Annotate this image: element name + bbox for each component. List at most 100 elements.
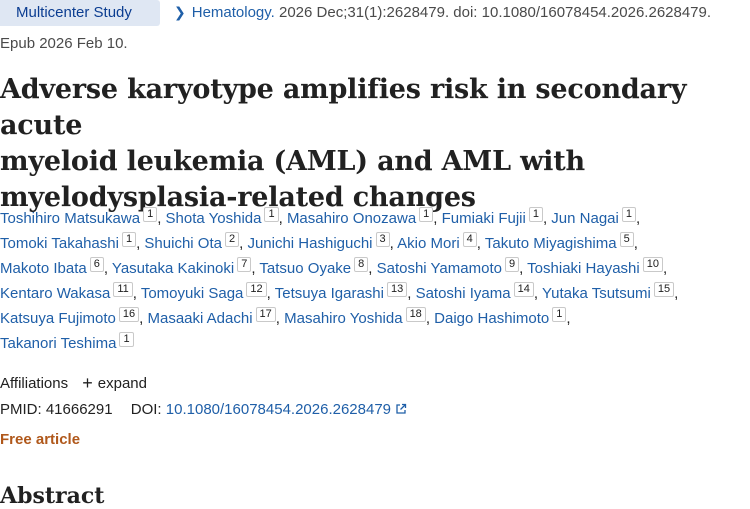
author-item: Yutaka Tsutsumi 15,	[541, 282, 679, 302]
publication-type-badge: Multicenter Study	[0, 0, 160, 26]
author-name-link[interactable]: Makoto Ibata	[0, 260, 87, 277]
affiliation-number-button[interactable]: 1	[143, 207, 158, 222]
affiliation-number-button[interactable]: 1	[552, 307, 567, 322]
author-item: Katsuya Fujimoto 16,	[0, 307, 148, 327]
author-name-link[interactable]: Masahiro Yoshida	[284, 310, 402, 327]
author-name-link[interactable]: Masahiro Onozawa	[287, 210, 416, 227]
article-title: Adverse karyotype amplifies risk in seco…	[0, 72, 748, 216]
journal-link[interactable]: Hematology.	[192, 4, 275, 21]
author-item: Takuto Miyagishima 5,	[484, 232, 638, 252]
epub-date: Epub 2026 Feb 10.	[0, 35, 128, 52]
affiliations-row: Affiliations + expand	[0, 373, 147, 394]
author-name-link[interactable]: Shuichi Ota	[144, 235, 222, 252]
author-name-link[interactable]: Jun Nagai	[551, 210, 619, 227]
citation-text: 2026 Dec;31(1):2628479. doi: 10.1080/160…	[274, 4, 712, 21]
author-name-link[interactable]: Tomoki Takahashi	[0, 235, 119, 252]
pmid-label: PMID:	[0, 401, 42, 418]
doi-link[interactable]: 10.1080/16078454.2026.2628479	[166, 401, 407, 418]
identifiers: PMID: 41666291 DOI: 10.1080/16078454.202…	[0, 401, 407, 418]
citation-line: ❯ Hematology. 2026 Dec;31(1):2628479. doi…	[174, 4, 711, 21]
author-name-link[interactable]: Yutaka Tsutsumi	[542, 285, 651, 302]
doi-label: DOI:	[130, 401, 162, 418]
free-article-label: Free article	[0, 431, 81, 448]
author-item: Toshihiro Matsukawa 1,	[0, 207, 166, 227]
author-item: Masahiro Onozawa 1,	[286, 207, 442, 227]
author-name-link[interactable]: Tetsuya Igarashi	[275, 285, 384, 302]
affiliation-number-button[interactable]: 3	[375, 232, 390, 247]
pmid-value: 41666291	[45, 401, 113, 418]
author-item: Tetsuya Igarashi 13,	[274, 282, 416, 302]
affiliation-number-button[interactable]: 1	[121, 232, 137, 247]
affiliation-number-button[interactable]: 4	[462, 232, 477, 247]
affiliation-number-button[interactable]: 18	[405, 307, 426, 322]
chevron-right-icon: ❯	[174, 4, 186, 20]
affiliation-number-button[interactable]: 11	[113, 282, 133, 297]
author-item: Tomoki Takahashi 1,	[0, 232, 145, 252]
plus-icon: +	[82, 373, 93, 393]
author-item: Shota Yoshida 1,	[165, 207, 287, 227]
title-line-2: myeloid leukemia (AML) and AML with	[0, 146, 585, 177]
author-item: Toshiaki Hayashi 10,	[527, 257, 668, 277]
author-name-link[interactable]: Shota Yoshida	[166, 210, 262, 227]
affiliation-number-button[interactable]: 15	[653, 282, 675, 297]
author-name-link[interactable]: Kentaro Wakasa	[0, 285, 110, 302]
affiliation-number-button[interactable]: 5	[619, 232, 634, 247]
affiliation-number-button[interactable]: 1	[621, 207, 636, 222]
affiliation-number-button[interactable]: 12	[246, 282, 267, 297]
author-list: Toshihiro Matsukawa 1, Shota Yoshida 1, Ma…	[0, 206, 748, 356]
abstract-heading: Abstract	[0, 483, 105, 509]
affiliation-number-button[interactable]: 2	[224, 232, 240, 247]
author-item: Masaaki Adachi 17,	[147, 307, 285, 327]
author-item: Akio Mori 4,	[397, 232, 485, 252]
author-name-link[interactable]: Fumiaki Fujii	[442, 210, 526, 227]
affiliation-number-button[interactable]: 9	[504, 257, 520, 272]
author-name-link[interactable]: Junichi Hashiguchi	[247, 235, 372, 252]
author-name-link[interactable]: Daigo Hashimoto	[434, 310, 549, 327]
author-item: Tatsuo Oyake 8,	[259, 257, 377, 277]
author-item: Yasutaka Kakinoki 7,	[111, 257, 260, 277]
affiliations-expand-button[interactable]: + expand	[82, 373, 147, 393]
affiliation-number-button[interactable]: 6	[89, 257, 104, 272]
author-name-link[interactable]: Yasutaka Kakinoki	[112, 260, 234, 277]
author-item: Makoto Ibata 6,	[0, 257, 112, 277]
affiliation-number-button[interactable]: 1	[264, 207, 279, 222]
author-name-link[interactable]: Tatsuo Oyake	[259, 260, 351, 277]
external-link-icon	[396, 403, 407, 414]
author-name-link[interactable]: Akio Mori	[397, 235, 460, 252]
author-name-link[interactable]: Toshiaki Hayashi	[527, 260, 640, 277]
affiliations-label: Affiliations	[0, 375, 69, 392]
author-item: Satoshi Iyama 14,	[415, 282, 542, 302]
author-name-link[interactable]: Satoshi Iyama	[416, 285, 511, 302]
author-item: Jun Nagai 1,	[551, 207, 641, 227]
affiliation-number-button[interactable]: 8	[354, 257, 369, 272]
author-name-link[interactable]: Katsuya Fujimoto	[0, 310, 116, 327]
affiliation-number-button[interactable]: 10	[642, 257, 663, 272]
affiliation-number-button[interactable]: 14	[513, 282, 534, 297]
author-item: Tomoyuki Saga 12,	[140, 282, 275, 302]
author-item: Takanori Teshima 1	[0, 332, 134, 352]
affiliation-number-button[interactable]: 17	[255, 307, 276, 322]
author-item: Kentaro Wakasa 11,	[0, 282, 141, 302]
author-name-link[interactable]: Tomoyuki Saga	[141, 285, 244, 302]
affiliation-number-button[interactable]: 1	[119, 332, 134, 347]
affiliation-number-button[interactable]: 7	[237, 257, 252, 272]
author-name-link[interactable]: Toshihiro Matsukawa	[0, 210, 140, 227]
title-line-1: Adverse karyotype amplifies risk in seco…	[0, 74, 687, 141]
author-item: Shuichi Ota 2,	[144, 232, 248, 252]
affiliation-number-button[interactable]: 16	[118, 307, 140, 322]
doi-value: 10.1080/16078454.2026.2628479	[165, 401, 392, 418]
affiliation-number-button[interactable]: 1	[528, 207, 543, 222]
author-item: Satoshi Yamamoto 9,	[376, 257, 528, 277]
publication-header: Multicenter Study ❯ Hematology. 2026 Dec;…	[0, 0, 750, 28]
author-name-link[interactable]: Satoshi Yamamoto	[377, 260, 502, 277]
author-item: Junichi Hashiguchi 3,	[247, 232, 398, 252]
expand-label: expand	[97, 375, 147, 392]
author-item: Fumiaki Fujii 1,	[441, 207, 552, 227]
affiliation-number-button[interactable]: 1	[419, 207, 434, 222]
affiliation-number-button[interactable]: 13	[386, 282, 408, 297]
author-name-link[interactable]: Takanori Teshima	[0, 335, 116, 352]
author-item: Masahiro Yoshida 18,	[284, 307, 435, 327]
author-name-link[interactable]: Takuto Miyagishima	[485, 235, 617, 252]
author-item: Daigo Hashimoto 1,	[434, 307, 571, 327]
author-name-link[interactable]: Masaaki Adachi	[147, 310, 252, 327]
